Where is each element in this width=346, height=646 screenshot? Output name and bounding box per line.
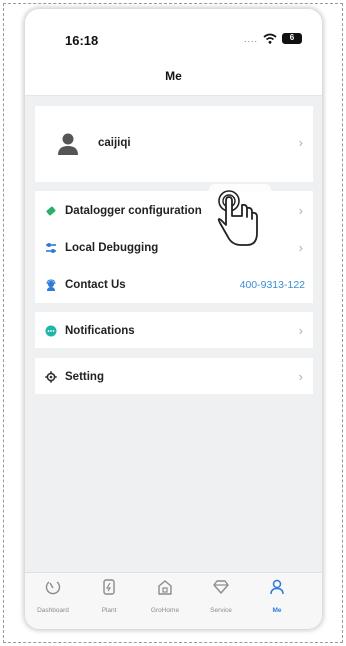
tab-label: Service: [210, 607, 232, 614]
menu-item-setting[interactable]: Setting ›: [35, 358, 313, 395]
chevron-right-icon: ›: [298, 323, 303, 338]
menu-item-datalogger-configuration[interactable]: Datalogger configuration ›: [35, 192, 313, 229]
plant-icon: [103, 579, 115, 595]
tab-label: Plant: [101, 607, 117, 614]
avatar-icon: [58, 133, 78, 155]
menu-item-label: Setting: [65, 370, 104, 383]
tab-grohome[interactable]: GroHome: [137, 579, 193, 617]
debug-sliders-icon: [46, 242, 56, 253]
tab-me[interactable]: Me: [249, 579, 305, 617]
menu-item-label: Local Debugging: [65, 241, 159, 254]
phone-screen: 16:18 .... 6 Me caijiqi › Datalogger con: [25, 9, 322, 629]
tab-label: Dashboard: [37, 607, 69, 614]
tap-hand-cursor-icon: [217, 190, 258, 246]
menu-item-label: Notifications: [65, 324, 135, 337]
status-bar: 16:18 .... 6: [25, 9, 322, 61]
grohome-icon: [158, 580, 172, 595]
menu-item-label: Contact Us: [65, 278, 126, 291]
page-title: Me: [165, 69, 182, 83]
contact-support-icon: [46, 278, 56, 291]
me-icon: [270, 579, 284, 595]
chevron-right-icon: ›: [298, 135, 303, 150]
dashboard-icon: [45, 581, 61, 595]
tab-label: GroHome: [150, 607, 180, 614]
datalogger-icon: [46, 206, 56, 215]
menu-item-label: Datalogger configuration: [65, 204, 202, 217]
menu-group: Datalogger configuration › Local Debuggi…: [35, 191, 313, 303]
tab-plant[interactable]: Plant: [81, 579, 137, 617]
status-time: 16:18: [65, 33, 99, 48]
battery-icon: 6: [282, 33, 302, 44]
menu-group-setting: Setting ›: [35, 358, 313, 394]
menu-item-local-debugging[interactable]: Local Debugging ›: [35, 229, 313, 266]
chevron-right-icon: ›: [298, 240, 303, 255]
menu-item-notifications[interactable]: Notifications ›: [35, 312, 313, 349]
tab-dashboard[interactable]: Dashboard: [25, 579, 81, 617]
wifi-icon: [263, 33, 277, 44]
chevron-right-icon: ›: [298, 369, 303, 384]
menu-group-notifications: Notifications ›: [35, 312, 313, 348]
gear-icon: [45, 370, 57, 383]
bottom-tab-bar: Dashboard Plant GroHome Service Me: [25, 572, 322, 629]
profile-row[interactable]: caijiqi ›: [35, 106, 313, 182]
tab-service[interactable]: Service: [193, 579, 249, 617]
status-icons: .... 6: [244, 33, 302, 44]
service-icon: [213, 580, 229, 594]
username: caijiqi: [98, 137, 131, 149]
tab-label: Me: [272, 607, 282, 614]
nav-bar: Me: [25, 61, 322, 96]
menu-item-contact-us[interactable]: Contact Us 400-9313-122: [35, 266, 313, 303]
signal-dots-icon: ....: [243, 33, 258, 44]
chevron-right-icon: ›: [298, 203, 303, 218]
notification-chat-icon: [45, 325, 57, 336]
contact-phone-link[interactable]: 400-9313-122: [240, 279, 305, 291]
